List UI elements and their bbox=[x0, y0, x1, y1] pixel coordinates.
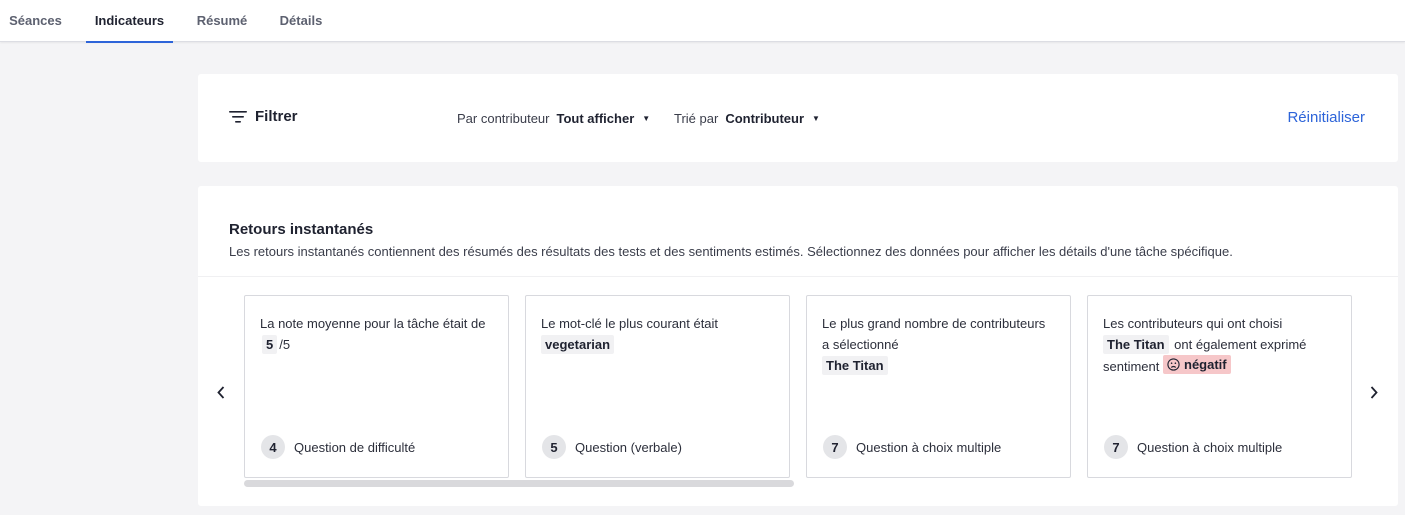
chevron-left-icon bbox=[217, 385, 225, 399]
question-number-badge: 4 bbox=[261, 435, 285, 459]
value-chip: vegetarian bbox=[541, 335, 615, 354]
filter-icon bbox=[229, 110, 247, 123]
sad-face-icon bbox=[1167, 358, 1180, 371]
feedback-card-text: Le plus grand nombre de contributeurs a … bbox=[822, 313, 1056, 376]
value-chip: 5 bbox=[262, 335, 278, 354]
feedback-card-text: La note moyenne pour la tâche était de 5… bbox=[260, 313, 494, 355]
contributor-filter[interactable]: Par contributeur Tout afficher ▼ bbox=[457, 111, 650, 126]
question-number-badge: 7 bbox=[823, 435, 847, 459]
value-chip: The Titan bbox=[1103, 335, 1169, 354]
card-footer: 7 Question à choix multiple bbox=[1104, 435, 1282, 459]
tab-bar: Séances Indicateurs Résumé Détails bbox=[0, 0, 1405, 43]
question-type: Question à choix multiple bbox=[1137, 439, 1283, 455]
card-text: Les contributeurs qui ont choisi bbox=[1103, 316, 1283, 331]
section-description: Les retours instantanés contiennent des … bbox=[229, 244, 1233, 259]
filter-panel: Filtrer Par contributeur Tout afficher ▼… bbox=[198, 74, 1398, 162]
sort-filter-label: Trié par bbox=[674, 111, 719, 126]
contributor-filter-value[interactable]: Tout afficher bbox=[557, 111, 635, 126]
feedback-card[interactable]: Les contributeurs qui ont choisi The Tit… bbox=[1087, 295, 1352, 478]
carousel-prev-button[interactable] bbox=[211, 382, 231, 402]
tab-seances[interactable]: Séances bbox=[0, 0, 71, 42]
question-number-badge: 5 bbox=[542, 435, 566, 459]
question-number-badge: 7 bbox=[1104, 435, 1128, 459]
chevron-right-icon bbox=[1370, 385, 1378, 399]
caret-down-icon[interactable]: ▼ bbox=[642, 114, 650, 123]
sentiment-label: négatif bbox=[1184, 357, 1227, 372]
card-text: Le mot-clé le plus courant était bbox=[541, 316, 719, 331]
question-type: Question à choix multiple bbox=[856, 439, 1002, 455]
card-footer: 5 Question (verbale) bbox=[542, 435, 682, 459]
value-chip: The Titan bbox=[822, 356, 888, 375]
card-text-suffix: /5 bbox=[279, 337, 291, 352]
feedback-card[interactable]: Le plus grand nombre de contributeurs a … bbox=[806, 295, 1071, 478]
negative-sentiment-badge: négatif bbox=[1163, 355, 1231, 374]
question-type: Question (verbale) bbox=[575, 439, 682, 455]
sort-filter-value[interactable]: Contributeur bbox=[725, 111, 804, 126]
card-text: Le plus grand nombre de contributeurs a … bbox=[822, 316, 1046, 352]
sort-filter[interactable]: Trié par Contributeur ▼ bbox=[674, 111, 820, 126]
card-footer: 7 Question à choix multiple bbox=[823, 435, 1001, 459]
feedback-card[interactable]: Le mot-clé le plus courant était vegetar… bbox=[525, 295, 790, 478]
feedback-card[interactable]: La note moyenne pour la tâche était de 5… bbox=[244, 295, 509, 478]
feedback-card-text: Le mot-clé le plus courant était vegetar… bbox=[541, 313, 775, 355]
section-title: Retours instantanés bbox=[229, 221, 374, 238]
tab-resume[interactable]: Résumé bbox=[188, 0, 256, 42]
tab-details[interactable]: Détails bbox=[270, 0, 332, 42]
instant-feedback-panel: Retours instantanés Les retours instanta… bbox=[198, 186, 1398, 506]
caret-down-icon[interactable]: ▼ bbox=[812, 114, 820, 123]
contributor-filter-label: Par contributeur bbox=[457, 111, 550, 126]
carousel-next-button[interactable] bbox=[1364, 382, 1384, 402]
card-footer: 4 Question de difficulté bbox=[261, 435, 415, 459]
carousel-scrollbar[interactable] bbox=[244, 480, 794, 487]
filter-title: Filtrer bbox=[255, 108, 298, 125]
filter-heading: Filtrer bbox=[229, 108, 298, 125]
card-text: La note moyenne pour la tâche était de bbox=[260, 316, 486, 331]
tab-indicateurs[interactable]: Indicateurs bbox=[86, 0, 173, 43]
divider bbox=[198, 276, 1398, 277]
feedback-card-text: Les contributeurs qui ont choisi The Tit… bbox=[1103, 313, 1337, 377]
reset-link[interactable]: Réinitialiser bbox=[1287, 109, 1365, 126]
question-type: Question de difficulté bbox=[294, 439, 416, 455]
